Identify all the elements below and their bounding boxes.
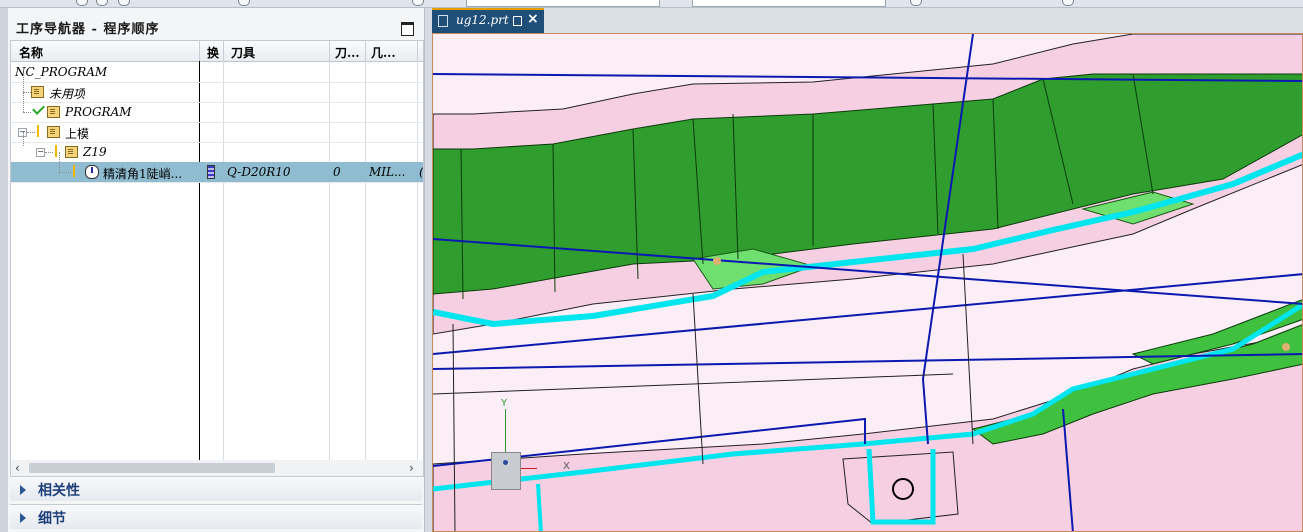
section-label: 细节 (38, 511, 66, 527)
navigator-title: 工序导航器 - 程序顺序 (16, 22, 160, 37)
grid-header: 名称 换 刀具 刀... 几... (11, 41, 423, 62)
axis-x-label: X (563, 461, 570, 472)
section-details[interactable]: 细节 (10, 504, 422, 529)
tree-row-unused-items[interactable]: 未用项 (11, 74, 423, 103)
part-file-icon (438, 15, 448, 27)
file-tab[interactable]: ug12.prt × (432, 8, 544, 33)
toolbar-icon[interactable] (1062, 0, 1074, 6)
graphics-window: ug12.prt × Y X (432, 8, 1303, 532)
tree-row-z19[interactable]: − Z19 (11, 132, 423, 163)
tool-change-icon (207, 165, 215, 179)
folder-icon (47, 126, 60, 138)
column-header-toolchange[interactable]: 换 (207, 44, 223, 61)
node-label: Z19 (83, 145, 107, 159)
toolbar-icon[interactable] (910, 0, 922, 6)
warning-icon (37, 125, 39, 137)
scroll-right-icon[interactable]: › (409, 461, 414, 475)
toolbar-icon[interactable] (238, 0, 250, 6)
tree-row-nc-program[interactable]: NC_PROGRAM (11, 62, 423, 83)
triad-cube-icon (491, 452, 521, 490)
expand-arrow-icon (20, 485, 26, 495)
section-label: 相关性 (38, 483, 80, 499)
expand-arrow-icon (20, 513, 26, 523)
node-label: 未用项 (49, 87, 86, 101)
toolbar-icon[interactable] (118, 0, 130, 6)
column-header-tool-number[interactable]: 刀... (335, 44, 365, 61)
close-icon[interactable]: × (527, 11, 539, 27)
toolbar-field[interactable] (692, 0, 886, 7)
column-header-geometry[interactable]: 几... (371, 44, 417, 61)
scroll-left-icon[interactable]: ‹ (15, 461, 20, 475)
tool-number: 0 (333, 165, 341, 179)
toolbar-icon[interactable] (412, 0, 424, 6)
node-label: 上模 (65, 127, 90, 141)
column-header-name[interactable]: 名称 (19, 44, 199, 61)
maximize-icon[interactable] (401, 22, 414, 36)
toolbar-icon[interactable] (96, 0, 108, 6)
geometry-value: MIL... (369, 165, 406, 179)
collapse-icon[interactable]: − (36, 148, 45, 157)
checkmark-icon (32, 102, 45, 115)
node-label: 精清角1陡峭... (103, 167, 183, 181)
tree-row-upper-die[interactable]: − 上模 (11, 122, 423, 143)
warning-icon (55, 145, 57, 157)
coordinate-triad: Y X (483, 398, 573, 490)
scrollbar-thumb[interactable] (29, 463, 275, 473)
column-header-tool[interactable]: 刀具 (231, 44, 331, 61)
truncated-value: ( (419, 165, 423, 179)
toolbar-field[interactable] (466, 0, 660, 7)
operation-navigator: 工序导航器 - 程序顺序 名称 换 刀具 刀... 几... NC_PROGRA… (8, 8, 424, 532)
operation-icon (85, 165, 99, 179)
toolbar-icon[interactable] (76, 0, 88, 6)
node-label: NC_PROGRAM (15, 65, 108, 79)
navigator-grid: 名称 换 刀具 刀... 几... NC_PROGRAM 未用项 PROGRAM… (10, 40, 424, 462)
folder-icon (31, 86, 44, 98)
tree-row-program[interactable]: PROGRAM (11, 92, 423, 123)
horizontal-scrollbar[interactable]: ‹ › (10, 460, 424, 477)
tab-label: ug12.prt (456, 13, 509, 27)
tool-name: Q-D20R10 (227, 165, 291, 179)
undock-icon[interactable] (513, 16, 522, 26)
section-dependencies[interactable]: 相关性 (10, 476, 422, 501)
axis-y-label: Y (501, 398, 508, 409)
top-toolbar (0, 0, 1303, 8)
model-canvas[interactable]: Y X (432, 33, 1303, 532)
folder-icon (47, 106, 60, 118)
warning-icon (73, 165, 75, 177)
folder-icon (65, 146, 78, 158)
tree-row-operation[interactable]: 精清角1陡峭... Q-D20R10 0 MIL... ( (11, 152, 423, 183)
node-label: PROGRAM (65, 105, 132, 119)
